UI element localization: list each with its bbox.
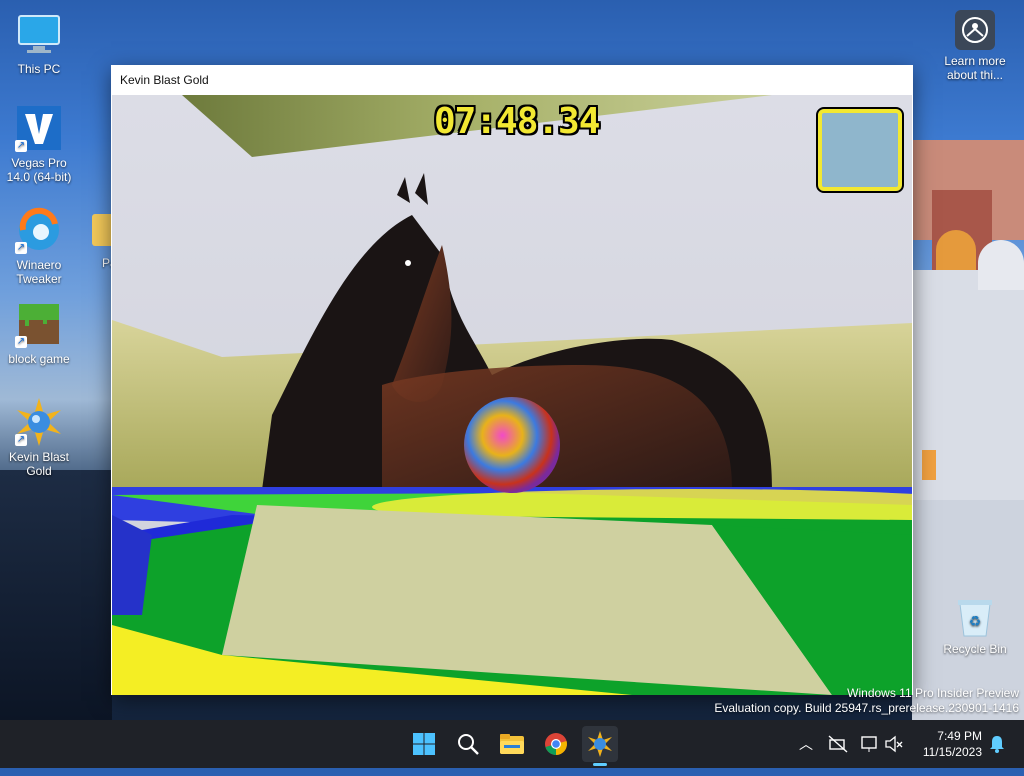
active-indicator bbox=[593, 763, 607, 766]
window-title: Kevin Blast Gold bbox=[120, 73, 209, 87]
kevin-blast-gold-button[interactable] bbox=[582, 726, 618, 766]
shortcut-arrow-icon: ↗ bbox=[15, 336, 27, 348]
folder-icon bbox=[500, 734, 524, 754]
desktop-icon-label: Learn more about thi... bbox=[944, 54, 1006, 82]
game-scene bbox=[112, 95, 912, 695]
race-timer: 07:48.34 bbox=[434, 101, 600, 142]
start-button[interactable] bbox=[408, 728, 440, 760]
desktop-icon-this-pc[interactable]: This PC bbox=[2, 10, 76, 76]
folder-icon bbox=[92, 214, 112, 246]
taskbar: ︿ 7:49 PM 11/15/2023 bbox=[0, 720, 1024, 768]
notification-bell-icon[interactable] bbox=[988, 734, 1006, 754]
shortcut-arrow-icon: ↗ bbox=[15, 434, 27, 446]
file-explorer-button[interactable] bbox=[496, 728, 528, 760]
desktop-icon-label: Winaero Tweaker bbox=[16, 258, 62, 286]
wallpaper-cliff bbox=[0, 470, 112, 720]
shortcut-arrow-icon: ↗ bbox=[15, 242, 27, 254]
svg-text:♻: ♻ bbox=[969, 614, 982, 630]
desktop-icon-label: Kevin Blast Gold bbox=[8, 450, 70, 478]
game-viewport[interactable]: 07:48.34 bbox=[112, 95, 912, 695]
desktop-icon-winaero-tweaker[interactable]: ↗ Winaero Tweaker bbox=[2, 206, 76, 286]
starburst-ball-icon bbox=[588, 731, 612, 757]
desktop-icon-label: Recycle Bin bbox=[943, 642, 1007, 656]
watermark-line2: Evaluation copy. Build 25947.rs_prerelea… bbox=[714, 701, 1019, 715]
recycle-bin-icon: ♻ bbox=[956, 596, 994, 638]
chrome-icon bbox=[545, 733, 567, 755]
camera-info-icon bbox=[955, 10, 995, 50]
volume-muted-icon[interactable] bbox=[884, 734, 904, 754]
player-ball bbox=[464, 397, 560, 493]
winaero-icon: ↗ bbox=[15, 206, 63, 254]
clock-time: 7:49 PM bbox=[937, 729, 982, 743]
shortcut-arrow-icon: ↗ bbox=[15, 140, 27, 152]
grass-block-icon: ↗ bbox=[15, 300, 63, 348]
window-titlebar[interactable]: Kevin Blast Gold bbox=[111, 65, 913, 95]
chrome-button[interactable] bbox=[540, 728, 572, 760]
desktop-icon-recycle-bin[interactable]: ♻ Recycle Bin bbox=[936, 596, 1014, 656]
windows-logo-icon bbox=[413, 733, 435, 755]
starburst-ball-icon: ↗ bbox=[15, 398, 63, 446]
display-icon[interactable] bbox=[860, 734, 880, 754]
network-offline-icon[interactable] bbox=[828, 734, 848, 754]
watermark-line1: Windows 11 Pro Insider Preview bbox=[847, 686, 1019, 700]
desktop-icon-block-game[interactable]: ↗ block game bbox=[2, 300, 76, 366]
desktop-icon-label: This PC bbox=[17, 62, 61, 76]
minimap-panel bbox=[816, 107, 904, 193]
desktop-icon-partial[interactable]: Pa bbox=[86, 206, 112, 270]
clock-date: 11/15/2023 bbox=[922, 745, 982, 759]
game-window[interactable]: Kevin Blast Gold 07:48.34 bbox=[111, 65, 913, 695]
desktop-icon-vegas-pro[interactable]: ↗ Vegas Pro 14.0 (64-bit) bbox=[2, 104, 76, 184]
desktop-icon-label: block game bbox=[8, 352, 70, 366]
os-watermark: Windows 11 Pro Insider Preview Evaluatio… bbox=[714, 686, 1019, 716]
vegas-pro-icon: ↗ bbox=[15, 104, 63, 152]
desktop-icon-kevin-blast-gold[interactable]: ↗ Kevin Blast Gold bbox=[2, 398, 76, 478]
show-hidden-icons-chevron-icon[interactable]: ︿ bbox=[796, 720, 816, 768]
desktop-icon-learn-more[interactable]: Learn more about thi... bbox=[938, 10, 1012, 82]
desktop-icon-label: Vegas Pro 14.0 (64-bit) bbox=[6, 156, 72, 184]
desktop-icon-label: Pa bbox=[102, 256, 112, 270]
search-icon bbox=[458, 734, 479, 755]
search-button[interactable] bbox=[452, 728, 484, 760]
monitor-icon bbox=[15, 10, 63, 58]
